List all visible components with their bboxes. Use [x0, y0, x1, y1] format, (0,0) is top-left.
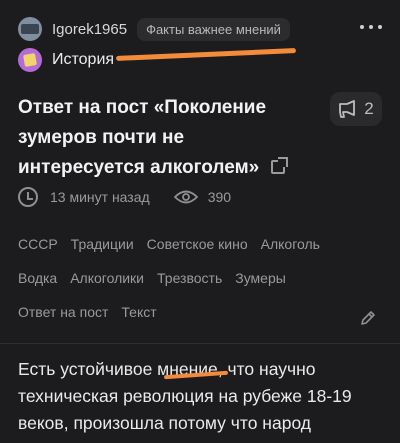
external-link-icon[interactable] — [271, 157, 289, 174]
tag[interactable]: Традиции — [71, 236, 134, 253]
post-body-line: техническая революция на рубеже 18-19 — [18, 386, 352, 406]
tag[interactable]: Водка — [18, 270, 57, 287]
post-meta: 13 минут назад 390 — [18, 186, 231, 208]
post-body-line: веков, произошла потому что народ — [18, 413, 311, 433]
author-username[interactable]: Igorek1965 — [52, 21, 127, 38]
divider — [0, 343, 400, 344]
eye-icon — [173, 190, 198, 204]
tag[interactable]: Алкоголь — [261, 236, 320, 253]
tag[interactable]: Ответ на пост — [18, 304, 108, 321]
post-time: 13 минут назад — [50, 189, 150, 205]
highlight-underline — [115, 48, 297, 61]
tag[interactable]: Зумеры — [235, 270, 286, 287]
comments-button[interactable]: 2 — [330, 92, 382, 126]
tag[interactable]: Советское кино — [147, 236, 248, 253]
post-title[interactable]: Ответ на пост «Поколение зумеров почти н… — [18, 93, 310, 183]
author-row: Igorek1965 Факты важнее мнений — [18, 16, 382, 42]
clock-icon — [18, 187, 38, 207]
tag[interactable]: Алкоголики — [70, 270, 144, 287]
community-icon — [18, 48, 42, 72]
views-count: 390 — [207, 189, 232, 205]
tag[interactable]: СССР — [18, 236, 58, 253]
post-title-text: Ответ на пост «Поколение зумеров почти н… — [18, 97, 267, 178]
tag[interactable]: Текст — [121, 304, 156, 321]
comments-count: 2 — [364, 99, 374, 118]
tag[interactable]: Трезвость — [157, 270, 222, 287]
avatar[interactable] — [18, 17, 42, 41]
post-body-line: Есть устойчивое мнение, что научно — [18, 359, 316, 379]
community-name[interactable]: История — [52, 51, 114, 69]
comment-icon — [339, 100, 356, 118]
more-icon[interactable] — [360, 20, 382, 34]
post-body: Есть устойчивое мнение, что научно техни… — [18, 356, 388, 437]
pencil-icon[interactable] — [360, 310, 376, 326]
community-row[interactable]: История — [18, 48, 114, 72]
author-status-badge: Факты важнее мнений — [137, 17, 290, 41]
tag-list: СССР Традиции Советское кино Алкоголь Во… — [18, 236, 358, 321]
